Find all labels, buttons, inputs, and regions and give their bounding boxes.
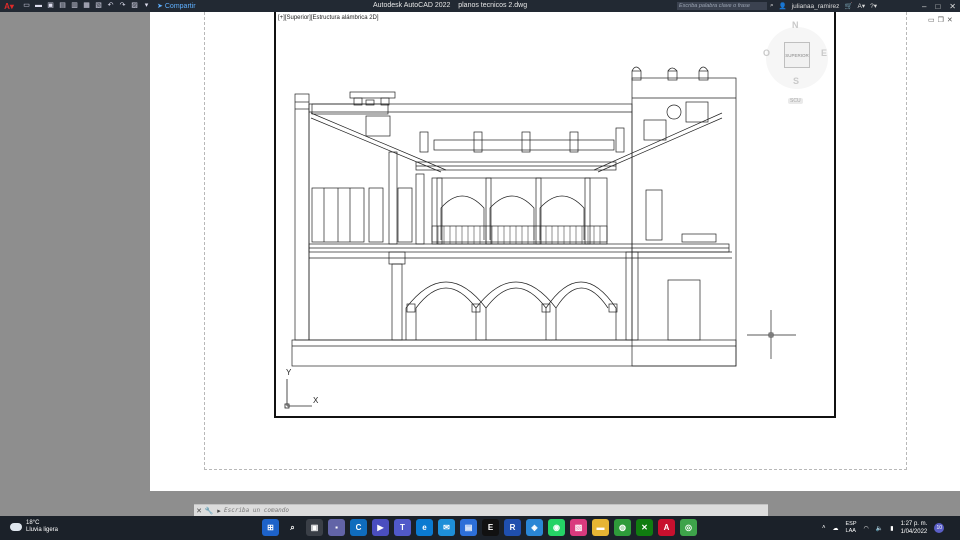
title-bar: A▾ ▭ ▬ ▣ ▤ ▥ ▦ ▧ ↶ ↷ ▨ ▾ ➤ Compartir Aut… [0, 0, 960, 12]
language-indicator[interactable]: ESP LAA [846, 521, 857, 535]
viewcube-west[interactable]: O [763, 48, 770, 58]
drawing-close-icon[interactable]: ✕ [947, 16, 953, 24]
share-button[interactable]: ➤ Compartir [157, 2, 196, 11]
photos-icon[interactable]: ▧ [570, 519, 587, 536]
file-name: planos tecnicos 2.dwg [458, 2, 528, 9]
cortana-icon[interactable]: C [350, 519, 367, 536]
xbox-icon[interactable]: ✕ [636, 519, 653, 536]
chrome-icon[interactable]: ◍ [614, 519, 631, 536]
save-as-icon[interactable]: ▤ [58, 2, 67, 10]
search-input[interactable]: Escriba palabra clave o frase [677, 2, 767, 10]
store-icon[interactable]: ▤ [460, 519, 477, 536]
revit-icon[interactable]: R [504, 519, 521, 536]
close-command-icon[interactable]: ✕ [194, 507, 204, 515]
volume-icon[interactable]: 🔈 [876, 525, 883, 532]
drawing-window-controls: ▭ ❐ ✕ [928, 16, 953, 24]
wifi-icon[interactable]: ◠ [864, 525, 869, 532]
plot-icon[interactable]: ▧ [94, 2, 103, 10]
window-title: Autodesk AutoCAD 2022 planos tecnicos 2.… [373, 0, 527, 12]
epic-games-icon[interactable]: E [482, 519, 499, 536]
save-web-icon[interactable]: ▦ [82, 2, 91, 10]
open-folder-icon[interactable]: ▬ [34, 2, 43, 10]
quick-access-toolbar: ▭ ▬ ▣ ▤ ▥ ▦ ▧ ↶ ↷ ▨ ▾ [22, 2, 151, 10]
command-line: ✕ 🔧 ▸ [194, 504, 768, 516]
teams-chat-icon[interactable]: ▪ [328, 519, 345, 536]
cart-icon[interactable]: 🛒 [844, 2, 852, 10]
taskbar-apps: ⊞ ⌕ ▣ ▪ C ▶ T e ✉ ▤ E R ◈ ◉ ▧ ▬ ◍ ✕ A ◎ [262, 519, 697, 536]
command-input[interactable] [224, 507, 724, 514]
command-prompt-icon[interactable]: ▸ [214, 507, 224, 515]
autocad-taskbar-icon[interactable]: A [658, 519, 675, 536]
viewcube-face[interactable]: SUPERIOR [784, 42, 810, 68]
facade-drawing [284, 66, 796, 409]
maximize-icon[interactable]: □ [935, 2, 940, 11]
zoom-icon[interactable]: ▶ [372, 519, 389, 536]
help-icon[interactable]: ?▾ [870, 2, 877, 10]
ucs-x-label: X [313, 396, 319, 405]
weather-temp: 18°C [26, 520, 40, 526]
redo-icon[interactable]: ↷ [118, 2, 127, 10]
wcs-menu[interactable]: SCU [788, 98, 803, 104]
mail-icon[interactable]: ✉ [438, 519, 455, 536]
onedrive-icon[interactable]: ☁ [833, 525, 839, 532]
clock[interactable]: 1:27 p. m. 1/04/2022 [901, 520, 928, 536]
close-icon[interactable]: ✕ [949, 2, 956, 11]
system-tray: ˄ ☁ ESP LAA ◠ 🔈 ▮ 1:27 p. m. 1/04/2022 1… [822, 520, 945, 536]
new-file-icon[interactable]: ▭ [22, 2, 31, 10]
qa-dropdown-icon[interactable]: ▾ [142, 2, 151, 10]
share-icon: ➤ [157, 3, 163, 10]
autocad-logo-icon[interactable]: A▾ [0, 0, 18, 12]
notification-badge[interactable]: 10 [934, 523, 945, 533]
vpn-icon[interactable]: ◈ [526, 519, 543, 536]
start-icon[interactable]: ⊞ [262, 519, 279, 536]
weather-desc: Lluvia ligera [26, 527, 59, 533]
model-viewport[interactable]: [+][Superior][Estructura alámbrica 2D] N… [274, 12, 836, 418]
whatsapp-icon[interactable]: ◉ [548, 519, 565, 536]
app-title: Autodesk AutoCAD 2022 [373, 2, 451, 9]
undo-icon[interactable]: ↶ [106, 2, 115, 10]
file-explorer-icon[interactable]: ▬ [592, 519, 609, 536]
search-icon[interactable]: ⌕ [770, 2, 774, 10]
user-name[interactable]: julianaa_ramirez [792, 3, 840, 10]
drawing-restore-icon[interactable]: ❐ [938, 16, 944, 24]
drawing-minimize-icon[interactable]: ▭ [928, 16, 935, 24]
open-web-icon[interactable]: ▥ [70, 2, 79, 10]
user-icon[interactable]: 👤 [779, 2, 787, 10]
window-controls: – □ ✕ [922, 0, 956, 12]
search-taskbar-icon[interactable]: ⌕ [284, 519, 301, 536]
task-view-icon[interactable]: ▣ [306, 519, 323, 536]
minimize-icon[interactable]: – [922, 2, 926, 11]
edge-icon[interactable]: e [416, 519, 433, 536]
viewcube-south[interactable]: S [793, 76, 799, 86]
battery-icon[interactable]: ▮ [890, 525, 893, 532]
learn-icon[interactable]: A▾ [858, 2, 866, 10]
teams-icon[interactable]: T [394, 519, 411, 536]
viewcube-east[interactable]: E [821, 48, 827, 58]
viewcube-north[interactable]: N [792, 20, 799, 30]
ucs-y-label: Y [286, 368, 292, 377]
windows-taskbar: 18°C Lluvia ligera ⊞ ⌕ ▣ ▪ C ▶ T e ✉ ▤ E… [0, 516, 960, 540]
tray-overflow-icon[interactable]: ˄ [822, 525, 826, 531]
customize-icon[interactable]: 🔧 [204, 507, 214, 515]
workspace-icon[interactable]: ▨ [130, 2, 139, 10]
chrome-profile-icon[interactable]: ◎ [680, 519, 697, 536]
cloud-icon [10, 523, 22, 531]
weather-widget[interactable]: 18°C Lluvia ligera [10, 520, 58, 534]
save-icon[interactable]: ▣ [46, 2, 55, 10]
title-right-tools: ⌕ 👤 julianaa_ramirez 🛒 A▾ ?▾ [770, 0, 877, 12]
